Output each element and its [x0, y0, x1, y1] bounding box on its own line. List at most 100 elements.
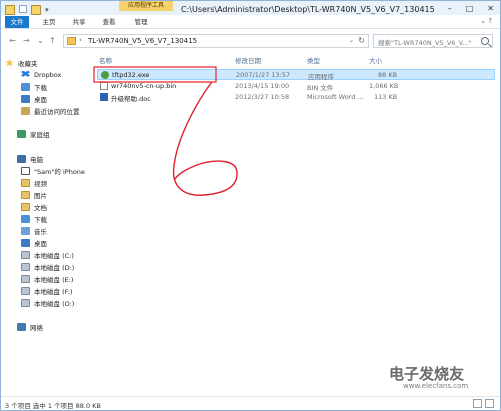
- nav-label: 最近访问的位置: [34, 107, 80, 116]
- nav-label: 桌面: [34, 95, 47, 104]
- nav-label: "Sam"的 iPhone: [34, 167, 85, 176]
- file-type: 应用程序: [308, 73, 334, 81]
- watermark-url: www.elecfans.com: [403, 382, 469, 390]
- file-size: 88 KB: [378, 71, 398, 79]
- nav-label: 下载: [34, 83, 47, 92]
- downloads-icon: [21, 214, 30, 223]
- address-bar[interactable]: › TL-WR740N_V5_V6_V7_130415 ⌄ ↻: [63, 34, 369, 48]
- watermark-logo: 电子发烧友: [389, 365, 465, 383]
- properties-icon[interactable]: [19, 5, 27, 13]
- search-placeholder: 搜索"TL-WR740N_V5_V6_V...": [378, 39, 472, 47]
- details-view-icon[interactable]: [473, 399, 482, 408]
- drive-icon: [21, 262, 30, 271]
- status-bar: 3 个项目 选中 1 个项目 88.0 KB: [1, 396, 500, 410]
- large-icons-view-icon[interactable]: [485, 399, 494, 408]
- nav-favorites[interactable]: 收藏夹: [5, 57, 38, 68]
- up-arrow-icon[interactable]: ↑: [47, 35, 58, 46]
- tab-home[interactable]: 主页: [39, 16, 59, 28]
- file-row[interactable]: 升级帮助.doc 2012/3/27 10:58 Microsoft Word …: [97, 92, 495, 103]
- nav-drive-o[interactable]: 本地磁盘 (O:): [21, 297, 74, 308]
- nav-downloads-pc[interactable]: 下载: [21, 213, 47, 224]
- nav-drive-c[interactable]: 本地磁盘 (C:): [21, 249, 74, 260]
- nav-desktop-pc[interactable]: 桌面: [21, 237, 47, 248]
- file-date: 2013/4/15 19:00: [235, 82, 290, 90]
- minimize-icon[interactable]: –: [448, 4, 452, 13]
- star-icon: [5, 58, 14, 67]
- file-row[interactable]: wr740nv5-cn-up.bin 2013/4/15 19:00 BIN 文…: [97, 81, 495, 92]
- nav-label: 家庭组: [30, 130, 50, 139]
- search-input[interactable]: 搜索"TL-WR740N_V5_V6_V...": [373, 34, 493, 48]
- downloads-icon: [21, 82, 30, 91]
- new-folder-icon[interactable]: [31, 5, 41, 15]
- nav-network[interactable]: 网络: [17, 321, 43, 332]
- nav-videos[interactable]: 视频: [21, 177, 47, 188]
- file-row[interactable]: tftpd32.exe 2007/1/27 13:57 应用程序 88 KB: [97, 69, 495, 81]
- nav-label: 收藏夹: [18, 59, 38, 68]
- file-type: Microsoft Word ...: [307, 93, 364, 101]
- file-date: 2012/3/27 10:58: [235, 93, 290, 101]
- nav-label: 视频: [34, 179, 47, 188]
- window-title: C:\Users\Administrator\Desktop\TL-WR740N…: [181, 5, 435, 14]
- folder-icon: [67, 37, 76, 45]
- network-icon: [17, 322, 26, 331]
- nav-label: 本地磁盘 (F:): [34, 287, 73, 296]
- column-header-type[interactable]: 类型: [307, 55, 320, 65]
- videos-icon: [21, 178, 30, 187]
- explorer-window: ▾ 应用程序工具 C:\Users\Administrator\Desktop\…: [0, 0, 501, 411]
- pictures-icon: [21, 190, 30, 199]
- nav-label: 本地磁盘 (D:): [34, 263, 75, 272]
- drive-icon: [21, 274, 30, 283]
- nav-drive-d[interactable]: 本地磁盘 (D:): [21, 261, 74, 272]
- nav-homegroup[interactable]: 家庭组: [17, 128, 50, 139]
- search-icon[interactable]: [481, 37, 489, 45]
- file-name: 升级帮助.doc: [111, 95, 151, 103]
- address-row: ← → ⌄ ↑ › TL-WR740N_V5_V6_V7_130415 ⌄ ↻ …: [1, 32, 500, 50]
- nav-pictures[interactable]: 图片: [21, 189, 47, 200]
- nav-downloads[interactable]: 下载: [21, 81, 47, 92]
- back-arrow-icon[interactable]: ←: [7, 35, 18, 46]
- tab-view[interactable]: 查看: [99, 16, 119, 28]
- documents-icon: [21, 202, 30, 211]
- window-controls: – □ ✕: [448, 4, 494, 13]
- breadcrumb-chevron-icon[interactable]: ›: [79, 36, 82, 44]
- folder-icon[interactable]: [5, 5, 15, 15]
- nav-label: 音乐: [34, 227, 47, 236]
- close-icon[interactable]: ✕: [487, 4, 494, 13]
- watermark: 电子发烧友 www.elecfans.com: [389, 363, 497, 393]
- tab-manage[interactable]: 管理: [129, 16, 153, 28]
- maximize-icon[interactable]: □: [466, 4, 474, 13]
- nav-drive-f[interactable]: 本地磁盘 (F:): [21, 285, 73, 296]
- nav-dropbox[interactable]: Dropbox: [21, 69, 61, 80]
- column-header-size[interactable]: 大小: [369, 55, 382, 65]
- navigation-pane: 收藏夹 Dropbox 下载 桌面 最近访问的位置 家庭组 电脑 "Sam"的: [1, 53, 91, 393]
- nav-drive-e[interactable]: 本地磁盘 (E:): [21, 273, 73, 284]
- nav-label: 文档: [34, 203, 47, 212]
- chevron-down-icon[interactable]: ▾: [45, 5, 51, 15]
- file-type: BIN 文件: [307, 84, 334, 92]
- nav-music[interactable]: 音乐: [21, 225, 47, 236]
- nav-recent[interactable]: 最近访问的位置: [21, 105, 80, 116]
- breadcrumb[interactable]: TL-WR740N_V5_V6_V7_130415: [88, 37, 197, 45]
- tab-share[interactable]: 共享: [69, 16, 89, 28]
- nav-label: 本地磁盘 (C:): [34, 251, 74, 260]
- nav-documents[interactable]: 文档: [21, 201, 47, 212]
- tab-file[interactable]: 文件: [5, 16, 29, 28]
- nav-desktop[interactable]: 桌面: [21, 93, 47, 104]
- recent-chevron-icon[interactable]: ⌄: [35, 35, 46, 46]
- address-dropdown-icon[interactable]: ⌄: [349, 37, 354, 44]
- file-size: 113 KB: [374, 93, 398, 101]
- column-header-date[interactable]: 修改日期: [235, 55, 261, 65]
- homegroup-icon: [17, 129, 26, 138]
- ribbon-expand-icon[interactable]: ⌄ ?: [480, 17, 492, 25]
- dropbox-icon: [21, 70, 30, 77]
- bin-icon: [100, 82, 108, 90]
- forward-arrow-icon[interactable]: →: [21, 35, 32, 46]
- nav-label: Dropbox: [34, 70, 62, 79]
- nav-iphone[interactable]: "Sam"的 iPhone: [21, 165, 85, 176]
- quick-access-toolbar: ▾: [5, 5, 51, 15]
- refresh-icon[interactable]: ↻: [358, 36, 365, 45]
- nav-computer[interactable]: 电脑: [17, 153, 43, 164]
- view-switcher: [473, 399, 494, 408]
- column-header-name[interactable]: 名称: [99, 55, 112, 65]
- phone-icon: [21, 166, 30, 175]
